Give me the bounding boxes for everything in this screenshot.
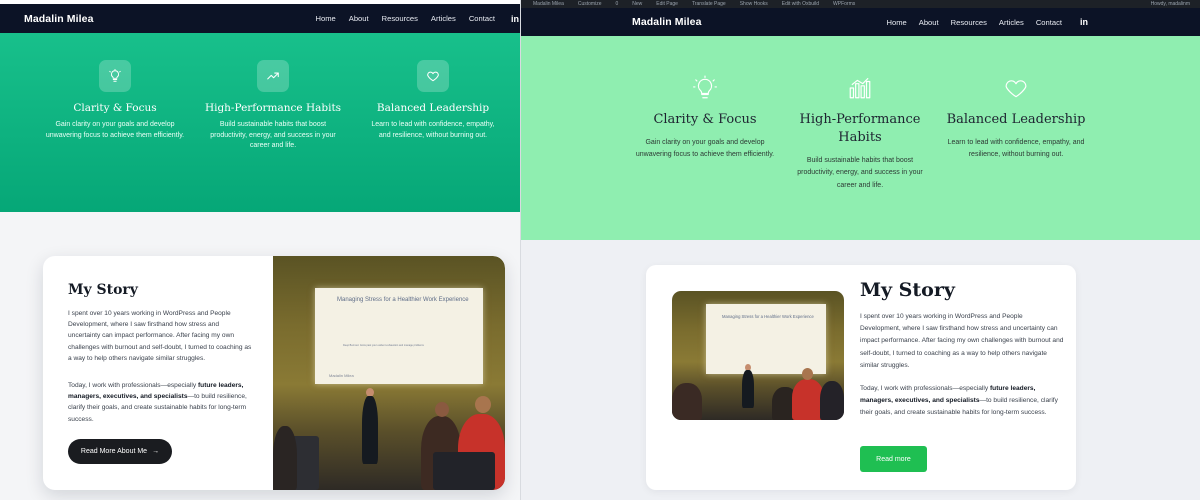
feature-description: Gain clarity on your goals and develop u…	[45, 121, 185, 139]
features-hero: Clarity & Focus Gain clarity on your goa…	[521, 36, 1200, 240]
bar-chart-icon	[846, 74, 874, 102]
heart-icon	[1002, 74, 1030, 102]
story-title: My Story	[860, 279, 955, 301]
nav-resources[interactable]: Resources	[382, 14, 418, 23]
main-menu: Home About Resources Articles Contact	[887, 18, 1063, 27]
nav-resources[interactable]: Resources	[951, 18, 987, 27]
story-paragraph-2: Today, I work with professionals—especia…	[860, 385, 1058, 417]
linkedin-icon[interactable]: in	[1080, 17, 1088, 27]
lightbulb-icon	[99, 60, 131, 92]
chair	[433, 452, 495, 490]
feature-description: Build sustainable habits that boost prod…	[210, 121, 336, 149]
arrow-right-icon: →	[152, 448, 160, 455]
feature-description: Learn to lead with confidence, empathy, …	[371, 121, 495, 139]
site-brand[interactable]: Madalin Milea	[632, 16, 702, 28]
audience-head	[475, 396, 491, 413]
story-paragraph-2: Today, I work with professionals—especia…	[68, 382, 247, 423]
feature-title: High-Performance Habits	[204, 102, 342, 114]
feature-clarity: Clarity & Focus Gain clarity on your goa…	[45, 60, 185, 141]
audience-member	[820, 381, 844, 420]
admin-comments[interactable]: 0	[615, 1, 618, 7]
audience-head	[435, 402, 449, 417]
admin-new[interactable]: New	[632, 1, 642, 7]
feature-leadership: Balanced Leadership Learn to lead with c…	[945, 74, 1087, 162]
slide-name: Madalin Milea	[329, 373, 354, 378]
features-hero: Clarity & Focus Gain clarity on your goa…	[0, 33, 520, 212]
story-card: Managing Stress for a Healthier Work Exp…	[646, 265, 1076, 490]
site-brand[interactable]: Madalin Milea	[24, 13, 94, 25]
story-card: My Story I spent over 10 years working i…	[43, 256, 505, 490]
admin-edit-with[interactable]: Edit with Oxbuild	[782, 1, 819, 7]
feature-title: Clarity & Focus	[73, 102, 157, 114]
feature-title: Balanced Leadership	[946, 112, 1086, 127]
right-version-panel: Madalin Milea Customize 0 New Edit Page …	[521, 0, 1200, 500]
feature-description: Gain clarity on your goals and develop u…	[635, 139, 775, 159]
linkedin-icon[interactable]: in	[511, 14, 519, 24]
admin-translate[interactable]: Translate Page	[692, 1, 726, 7]
site-header: Madalin Milea Home About Resources Artic…	[0, 4, 520, 33]
audience-member	[672, 383, 702, 420]
slide-subtitle: Deep Burnout: Grow past your evident exh…	[343, 344, 424, 347]
feature-description: Build sustainable habits that boost prod…	[797, 157, 923, 189]
feature-leadership: Balanced Leadership Learn to lead with c…	[365, 60, 501, 141]
feature-habits: High-Performance Habits Build sustainabl…	[789, 74, 931, 192]
feature-description: Learn to lead with confidence, empathy, …	[947, 139, 1085, 159]
nav-contact[interactable]: Contact	[1036, 18, 1062, 27]
nav-articles[interactable]: Articles	[431, 14, 456, 23]
nav-articles[interactable]: Articles	[999, 18, 1024, 27]
speaker-photo: Managing Stress for a Healthier Work Exp…	[672, 291, 844, 420]
nav-about[interactable]: About	[349, 14, 369, 23]
main-menu: Home About Resources Articles Contact	[316, 14, 496, 23]
trending-up-icon	[257, 60, 289, 92]
nav-home[interactable]: Home	[316, 14, 336, 23]
left-version-panel: Madalin Milea Home About Resources Artic…	[0, 0, 520, 500]
story-title: My Story	[68, 282, 138, 298]
lightbulb-icon	[691, 74, 719, 102]
site-header: Madalin Milea Home About Resources Artic…	[521, 8, 1200, 36]
feature-title: Balanced Leadership	[376, 102, 490, 114]
admin-edit-page[interactable]: Edit Page	[656, 1, 678, 7]
projection-screen: Managing Stress for a Healthier Work Exp…	[315, 288, 483, 384]
projection-screen: Managing Stress for a Healthier Work Exp…	[706, 304, 826, 374]
read-more-about-me-button[interactable]: Read More About Me →	[68, 439, 172, 464]
nav-contact[interactable]: Contact	[469, 14, 495, 23]
admin-customize[interactable]: Customize	[578, 1, 602, 7]
audience-member	[273, 426, 297, 490]
nav-about[interactable]: About	[919, 18, 939, 27]
feature-habits: High-Performance Habits Build sustainabl…	[204, 60, 342, 152]
speaker-photo: Managing Stress for a Healthier Work Exp…	[273, 256, 505, 490]
admin-site-name[interactable]: Madalin Milea	[533, 1, 564, 7]
admin-show-hooks[interactable]: Show Hooks	[740, 1, 768, 7]
admin-user-greeting[interactable]: Howdy, madalinm	[1151, 1, 1190, 7]
feature-clarity: Clarity & Focus Gain clarity on your goa…	[634, 74, 776, 162]
wp-admin-bar: Madalin Milea Customize 0 New Edit Page …	[521, 0, 1200, 8]
slide-title: Managing Stress for a Healthier Work Exp…	[722, 314, 814, 319]
heart-icon	[417, 60, 449, 92]
slide-title: Managing Stress for a Healthier Work Exp…	[337, 297, 469, 303]
story-paragraph-1: I spent over 10 years working in WordPre…	[68, 310, 252, 362]
feature-title: High-Performance Habits	[799, 112, 921, 145]
admin-wpforms[interactable]: WPForms	[833, 1, 855, 7]
read-more-button[interactable]: Read more	[860, 446, 927, 472]
speaker	[362, 396, 378, 464]
story-paragraph-1: I spent over 10 years working in WordPre…	[860, 313, 1064, 369]
audience-head	[802, 368, 813, 380]
nav-home[interactable]: Home	[887, 18, 907, 27]
feature-title: Clarity & Focus	[653, 112, 757, 127]
speaker	[742, 370, 754, 408]
